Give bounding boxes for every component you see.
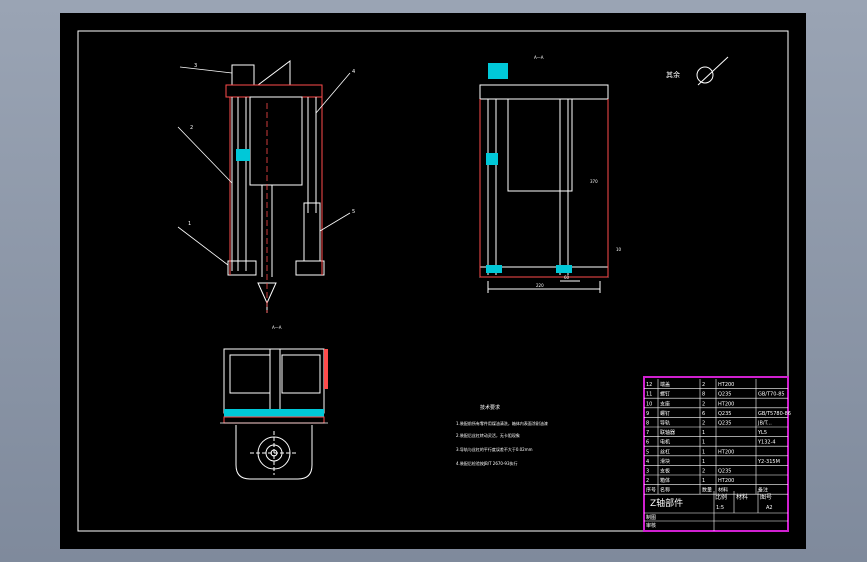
dim-slot: 60 — [564, 275, 570, 280]
title-block-cell: Q235 — [718, 421, 731, 427]
title-block-cell: 2 — [702, 421, 705, 427]
dim-height: 370 — [590, 179, 598, 184]
title-block-cell: 6 — [646, 440, 649, 446]
title-block-cell: 螺钉 — [660, 410, 670, 417]
drawing-canvas: 3 2 1 4 5 A—A 220 370 60 10 其余 A—A 技术要求 … — [77, 30, 791, 532]
title-block-header-cell: 数量 — [702, 487, 712, 494]
title-block-cell: 支板 — [660, 468, 670, 475]
roughness-symbol — [696, 56, 729, 86]
label-design: 制图 — [646, 514, 656, 521]
title-block-cell: 3 — [646, 469, 649, 475]
title-block-cell: GB/T70-85 — [758, 392, 785, 398]
section-label: A—A — [272, 325, 282, 330]
side-view-accents — [479, 63, 609, 278]
side-view — [479, 84, 609, 293]
title-block-cell: 1 — [702, 440, 705, 446]
title-block-cell: 9 — [646, 411, 649, 417]
title-block-cell: 1 — [702, 449, 705, 455]
callout-4: 4 — [352, 69, 355, 75]
title-block-cell: 11 — [646, 392, 652, 398]
title-block-cell: 箱体 — [660, 477, 670, 484]
cad-viewport[interactable]: 3 2 1 4 5 A—A 220 370 60 10 其余 A—A 技术要求 … — [0, 0, 867, 562]
title-block-cell: 6 — [702, 411, 705, 417]
title-block-cell: 丝杠 — [660, 448, 670, 455]
side-view-label: A—A — [534, 55, 544, 60]
title-block-header-cell: 材料 — [718, 487, 728, 494]
part-title: Z轴部件 — [650, 497, 683, 509]
section-view-accents — [220, 349, 328, 424]
title-block-cell: 8 — [646, 421, 649, 427]
title-block-cell: 2 — [702, 469, 705, 475]
title-block-cell: 1 — [702, 459, 705, 465]
title-block-cell: 电机 — [660, 439, 670, 446]
dim-width: 220 — [536, 283, 544, 288]
title-block-cell: Y2-315M — [757, 459, 780, 465]
label-review: 审核 — [646, 522, 656, 529]
label-drawing-no: 图号 — [760, 494, 772, 501]
title-block-cell: HT200 — [718, 382, 734, 388]
label-scale: 比例 — [715, 493, 727, 501]
title-block-cell: Q235 — [718, 392, 731, 398]
scale-value: 1:5 — [716, 505, 724, 511]
title-block-cell: 2 — [646, 478, 649, 484]
tech-note-2: 2.装配后丝杠转动灵活，无卡阻现象 — [456, 432, 520, 438]
title-block-cell: JB/T... — [757, 421, 772, 427]
front-view — [225, 60, 325, 313]
callout-2: 2 — [190, 125, 193, 131]
callout-10: 10 — [616, 247, 622, 252]
title-block-cell: 7 — [646, 430, 649, 436]
title-block-header-cell: 序号 — [646, 487, 656, 494]
title-block-cell: Y132-4 — [757, 440, 776, 446]
tech-note-1: 1.装配前所有零件用煤油清洗，箱体内表面涂耐油漆 — [456, 420, 548, 426]
title-block-cell: 8 — [702, 392, 705, 398]
title-block-cell: HT200 — [718, 401, 734, 407]
callout-5: 5 — [352, 209, 355, 215]
title-block-cell: 12 — [646, 382, 652, 388]
callout-1: 1 — [188, 221, 191, 227]
sheet-value: A2 — [766, 505, 773, 511]
title-block-cell: 4 — [646, 459, 649, 465]
title-block-cell: YL5 — [757, 430, 767, 436]
callout-3: 3 — [194, 63, 197, 69]
title-block-cell: 2 — [702, 382, 705, 388]
title-block-cell: GB/T5780-86 — [758, 411, 791, 417]
tech-note-3: 3.导轨与丝杠的平行度误差不大于0.02mm — [456, 446, 533, 452]
drawing-sheet: 3 2 1 4 5 A—A 220 370 60 10 其余 A—A 技术要求 … — [60, 13, 806, 549]
title-block-cell: 10 — [646, 401, 652, 407]
title-block: 12 端盖 2 HT20011 螺钉 8 Q235 GB/T70-8510 支座 2 HT2009 螺… — [643, 376, 791, 532]
title-block-cell: HT200 — [718, 478, 734, 484]
title-block-cell: 端盖 — [660, 381, 670, 388]
title-block-cell: 联轴器 — [660, 429, 675, 436]
title-block-header-cell: 备注 — [758, 487, 768, 494]
title-block-cell: 1 — [702, 478, 705, 484]
roughness-label: 其余 — [666, 70, 680, 79]
title-block-cell: HT200 — [718, 449, 734, 455]
title-block-cell: 滑块 — [660, 458, 670, 465]
title-block-cell: Q235 — [718, 411, 731, 417]
label-material: 材料 — [736, 493, 748, 501]
title-block-cell: 支座 — [660, 400, 670, 407]
title-block-cell: 螺钉 — [660, 391, 670, 398]
title-block-cell: 5 — [646, 449, 649, 455]
title-block-cell: Q235 — [718, 469, 731, 475]
title-block-cell: 导轨 — [660, 420, 670, 427]
title-block-header-cell: 名称 — [660, 487, 670, 494]
title-block-cell: 1 — [702, 430, 705, 436]
tech-title: 技术要求 — [480, 404, 500, 411]
tech-note-4: 4.装配后检验按JB/T 2670-93执行 — [456, 460, 518, 466]
title-block-cell: 2 — [702, 401, 705, 407]
